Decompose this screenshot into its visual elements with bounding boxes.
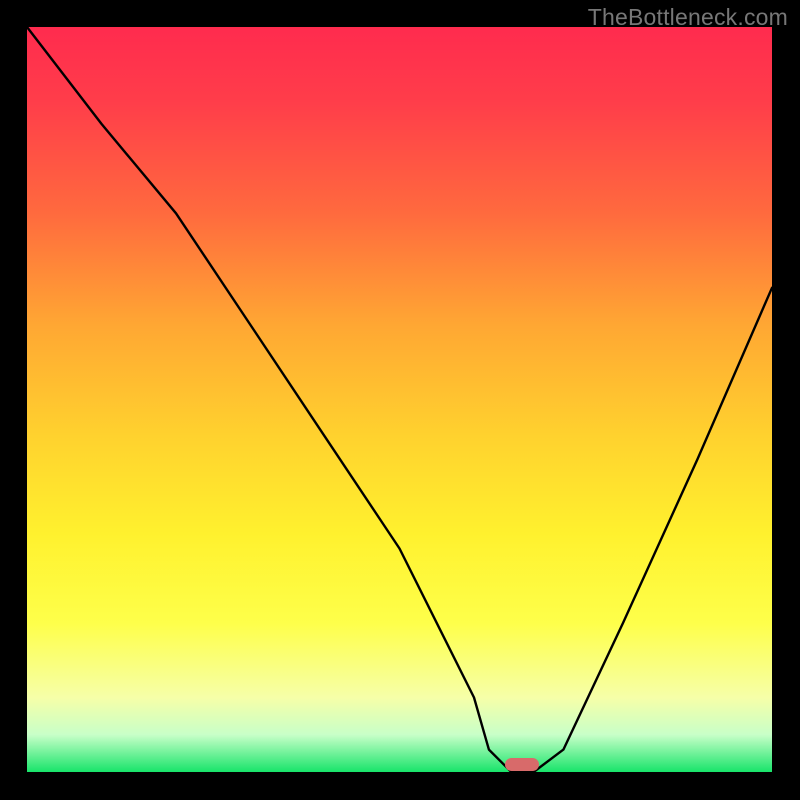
plot-area [27,27,772,772]
bottleneck-curve [27,27,772,772]
watermark-text: TheBottleneck.com [588,4,788,31]
chart-frame: TheBottleneck.com [0,0,800,800]
optimum-marker [505,758,539,771]
